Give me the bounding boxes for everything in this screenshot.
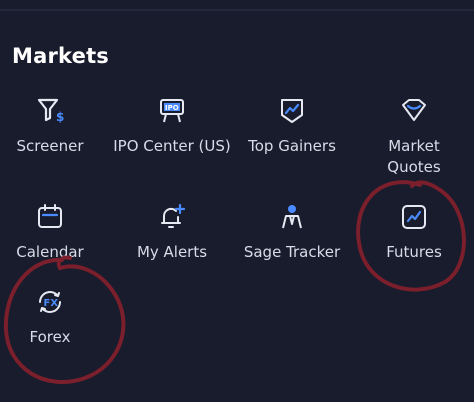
svg-text:FX: FX	[44, 298, 59, 309]
fx-icon: FX	[35, 287, 65, 317]
top-divider	[0, 9, 474, 11]
tile-label: My Alerts	[136, 243, 208, 261]
tile-label: Screener	[16, 137, 84, 155]
tile-ipo-center[interactable]: IPO IPO Center (US)	[113, 96, 231, 192]
calendar-icon	[35, 202, 65, 232]
ipo-sign-icon: IPO	[157, 96, 187, 126]
tile-futures[interactable]: Futures	[355, 202, 473, 298]
svg-text:IPO: IPO	[165, 104, 179, 112]
tile-label: Forex	[29, 328, 71, 346]
tile-label: Futures	[386, 243, 442, 261]
tile-top-gainers[interactable]: Top Gainers	[233, 96, 351, 192]
person-tie-icon	[277, 202, 307, 232]
tile-label: IPO Center (US)	[113, 137, 231, 155]
tile-calendar[interactable]: Calendar	[0, 202, 109, 298]
tile-label: Calendar	[16, 243, 84, 261]
tile-label: Sage Tracker	[243, 243, 341, 261]
tile-forex[interactable]: FX Forex	[0, 287, 109, 383]
trend-shield-icon	[277, 96, 307, 126]
diamond-icon	[399, 96, 429, 126]
tile-label: Top Gainers	[248, 137, 336, 155]
chart-square-icon	[399, 202, 429, 232]
svg-text:$: $	[56, 110, 64, 124]
tile-label: Market Quotes	[387, 137, 441, 176]
tile-market-quotes[interactable]: Market Quotes	[355, 96, 473, 192]
tile-screener[interactable]: $ Screener	[0, 96, 109, 192]
section-title-markets: Markets	[12, 44, 110, 68]
bell-plus-icon	[157, 202, 187, 232]
tile-sage-tracker[interactable]: Sage Tracker	[233, 202, 351, 298]
tile-my-alerts[interactable]: My Alerts	[113, 202, 231, 298]
funnel-dollar-icon: $	[35, 96, 65, 126]
